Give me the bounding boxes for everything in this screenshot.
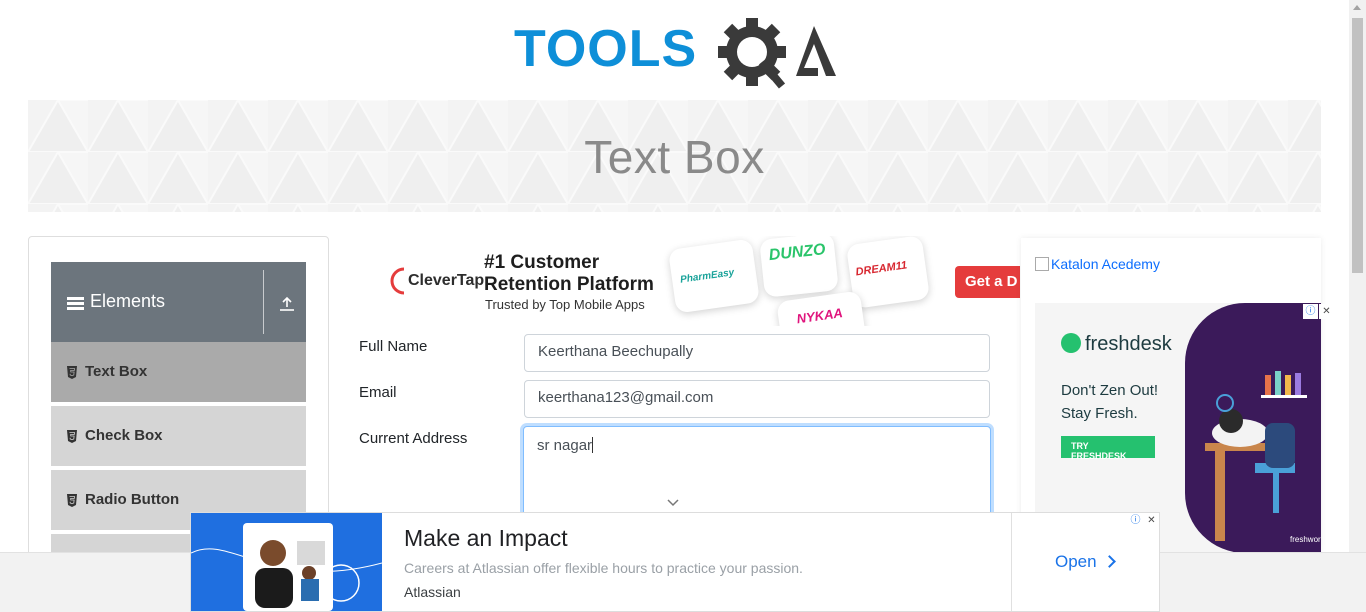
toolsqa-logo[interactable]: TOOLS	[514, 16, 844, 90]
html5-icon	[67, 430, 77, 443]
email-label: Email	[359, 384, 397, 401]
html5-icon	[67, 366, 77, 379]
ad-open-button[interactable]: Open	[1055, 552, 1116, 572]
freshdesk-logo: freshdesk	[1061, 333, 1172, 356]
ad-cta-button[interactable]: Get a D	[955, 266, 1020, 298]
html5-icon	[67, 494, 77, 507]
ad-subline: Trusted by Top Mobile Apps	[485, 297, 645, 312]
ad-divider	[1011, 513, 1012, 611]
ad-card-nykaa: NYKAA	[776, 290, 868, 326]
page-title: Text Box	[584, 131, 765, 183]
clevertap-brand: CleverTap	[408, 272, 485, 289]
sidebar-group-elements[interactable]: Elements	[51, 262, 306, 342]
text-caret	[592, 437, 594, 453]
ad-open-label: Open	[1055, 552, 1097, 571]
broken-image-icon	[1035, 257, 1049, 271]
anchor-ad-info-icon[interactable]: ⓘ	[1128, 513, 1143, 528]
email-input[interactable]: keerthana123@gmail.com	[524, 380, 990, 418]
anchor-ad-close-icon[interactable]: ✕	[1144, 513, 1159, 528]
sidebar-item-check-box[interactable]: Check Box	[51, 406, 306, 468]
katalon-academy-ad-link[interactable]: Katalon Acedemy	[1035, 256, 1160, 272]
current-address-textarea[interactable]: sr nagar	[523, 426, 991, 516]
ad-person-photo-icon	[191, 523, 382, 611]
chevron-down-icon[interactable]	[666, 498, 680, 508]
upload-arrow-icon[interactable]	[279, 296, 295, 312]
header-divider	[263, 270, 264, 334]
atlassian-anchor-ad[interactable]: Make an Impact Careers at Atlassian offe…	[190, 512, 1160, 612]
freshworks-footer: freshworks	[1290, 535, 1321, 544]
logo-letter-a-icon	[796, 26, 836, 76]
right-sidebar-ad: Katalon Acedemy freshdesk Don't Zen Out!…	[1021, 238, 1321, 552]
freshdesk-headline-line-1: Don't Zen Out!	[1061, 382, 1159, 399]
hamburger-icon	[67, 297, 84, 311]
current-address-value: sr nagar	[537, 437, 593, 454]
freshdesk-mark-icon	[1061, 333, 1081, 353]
gear-search-icon	[718, 18, 786, 89]
clevertap-banner-ad[interactable]: CleverTap #1 Customer Retention Platform…	[360, 236, 1020, 326]
sidebar-item-label: Radio Button	[85, 491, 180, 508]
sidebar-item-label: Check Box	[85, 427, 163, 444]
sidebar-item-label: Text Box	[85, 363, 148, 380]
ad-close-icon[interactable]: ✕	[1319, 304, 1334, 319]
try-freshdesk-button[interactable]: TRY FRESHDESK	[1061, 436, 1155, 461]
scroll-up-icon[interactable]	[1353, 5, 1361, 10]
toolsqa-logo-graphic: TOOLS	[514, 18, 836, 89]
sidebar-item-text-box[interactable]: Text Box	[51, 342, 306, 404]
ad-title: Make an Impact	[404, 525, 568, 551]
full-name-label: Full Name	[359, 338, 428, 355]
ad-thumbnail-image	[191, 513, 382, 611]
ad-advertiser: Atlassian	[404, 584, 461, 600]
freshdesk-headline: Don't Zen Out! Stay Fresh.	[1061, 379, 1201, 425]
ad-description: Careers at Atlassian offer flexible hour…	[404, 560, 803, 576]
ad-card-dunzo: DUNZO	[759, 236, 839, 298]
scrollbar-thumb[interactable]	[1352, 18, 1363, 273]
page-scrollbar[interactable]	[1349, 0, 1366, 552]
current-address-label: Current Address	[359, 430, 468, 447]
freshdesk-headline-line-2: Stay Fresh.	[1061, 405, 1138, 422]
sleeping-person-illustration-icon	[1205, 371, 1307, 541]
sidebar-group-label: Elements	[90, 291, 166, 311]
chevron-right-icon	[1102, 555, 1116, 568]
ad-headline: #1 Customer Retention Platform	[484, 252, 654, 295]
ad-card-pharmeasy: PharmEasy	[667, 238, 761, 314]
logo-text-tools: TOOLS	[514, 20, 697, 78]
katalon-alt-text: Katalon Acedemy	[1051, 256, 1160, 272]
ad-info-icon[interactable]: ⓘ	[1303, 304, 1318, 319]
page-header-banner: Text Box	[28, 100, 1321, 212]
full-name-input[interactable]: Keerthana Beechupally	[524, 334, 990, 372]
